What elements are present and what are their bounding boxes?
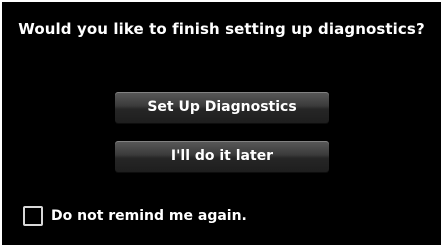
dialog-prompt-text: Would you like to finish setting up diag… — [18, 20, 425, 38]
set-up-diagnostics-button[interactable]: Set Up Diagnostics — [115, 92, 329, 123]
do-not-remind-label: Do not remind me again. — [51, 208, 247, 224]
diagnostics-prompt-dialog: Would you like to finish setting up diag… — [2, 2, 441, 245]
do-not-remind-checkbox[interactable] — [23, 206, 43, 226]
do-it-later-button[interactable]: I'll do it later — [115, 141, 329, 172]
do-not-remind-option[interactable]: Do not remind me again. — [23, 204, 247, 228]
